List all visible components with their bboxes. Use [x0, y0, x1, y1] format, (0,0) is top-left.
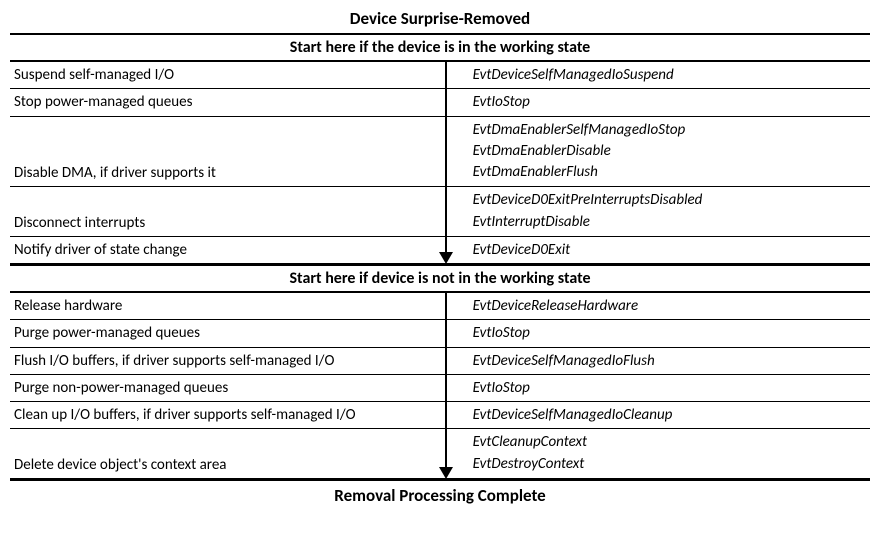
arrow-down-icon	[439, 467, 453, 479]
callback-name: EvtDestroyContext	[473, 454, 864, 475]
diagram-title: Device Surprise-Removed	[10, 6, 870, 33]
table-row: Disconnect interruptsEvtDeviceD0ExitPreI…	[10, 187, 870, 237]
callback-name: EvtDeviceReleaseHardware	[473, 296, 864, 316]
callback-name: EvtCleanupContext	[473, 432, 864, 453]
section2-table: Release hardware EvtDeviceReleaseHardware…	[10, 293, 870, 479]
step-callbacks: EvtDeviceD0Exit	[449, 236, 870, 263]
table-row: Purge non-power-managed queues EvtIoStop	[10, 374, 870, 401]
callback-name: EvtDmaEnablerFlush	[473, 162, 864, 183]
section1-table: Suspend self-managed I/O EvtDeviceSelfMan…	[10, 62, 870, 264]
step-callbacks: EvtDmaEnablerSelfManagedIoStopEvtDmaEnab…	[449, 116, 870, 187]
diagram-container: Device Surprise-Removed Start here if th…	[10, 6, 870, 508]
callback-name: EvtIoStop	[473, 323, 864, 343]
table-row: Stop power-managed queues EvtIoStop	[10, 89, 870, 116]
callback-name: EvtDeviceD0ExitPreInterruptsDisabled	[473, 190, 864, 211]
callback-name: EvtDmaEnablerDisable	[473, 141, 864, 162]
step-callbacks: EvtDeviceReleaseHardware	[449, 293, 870, 320]
callback-name: EvtIoStop	[473, 92, 864, 112]
step-callbacks: EvtDeviceSelfManagedIoFlush	[449, 347, 870, 374]
arrow-down-icon	[439, 252, 453, 264]
step-callbacks: EvtDeviceD0ExitPreInterruptsDisabledEvtI…	[449, 187, 870, 237]
step-description: Release hardware	[10, 293, 449, 320]
step-description: Notify driver of state change	[10, 236, 449, 263]
callback-name: EvtDeviceSelfManagedIoSuspend	[473, 65, 864, 85]
table-row: Clean up I/O buffers, if driver supports…	[10, 402, 870, 429]
callback-name: EvtDeviceSelfManagedIoFlush	[473, 351, 864, 371]
callback-name: EvtInterruptDisable	[473, 212, 864, 233]
section1-heading: Start here if the device is in the worki…	[10, 33, 870, 62]
step-callbacks: EvtIoStop	[449, 374, 870, 401]
arrow-down-icon	[445, 62, 447, 254]
step-description: Suspend self-managed I/O	[10, 62, 449, 89]
table-row: Disable DMA, if driver supports itEvtDma…	[10, 116, 870, 187]
table-row: Purge power-managed queues EvtIoStop	[10, 320, 870, 347]
step-description: Flush I/O buffers, if driver supports se…	[10, 347, 449, 374]
step-description: Disable DMA, if driver supports it	[10, 116, 449, 187]
callback-name: EvtIoStop	[473, 378, 864, 398]
step-description: Clean up I/O buffers, if driver supports…	[10, 402, 449, 429]
diagram-footer: Removal Processing Complete	[10, 479, 870, 508]
table-row: Flush I/O buffers, if driver supports se…	[10, 347, 870, 374]
callback-name: EvtDmaEnablerSelfManagedIoStop	[473, 120, 864, 141]
arrow-down-icon	[445, 293, 447, 469]
step-callbacks: EvtDeviceSelfManagedIoSuspend	[449, 62, 870, 89]
step-callbacks: EvtIoStop	[449, 320, 870, 347]
step-callbacks: EvtDeviceSelfManagedIoCleanup	[449, 402, 870, 429]
step-description: Purge power-managed queues	[10, 320, 449, 347]
step-callbacks: EvtCleanupContextEvtDestroyContext	[449, 429, 870, 479]
callback-name: EvtDeviceSelfManagedIoCleanup	[473, 405, 864, 425]
step-description: Purge non-power-managed queues	[10, 374, 449, 401]
step-description: Delete device object's context area	[10, 429, 449, 479]
step-description: Disconnect interrupts	[10, 187, 449, 237]
step-description: Stop power-managed queues	[10, 89, 449, 116]
step-callbacks: EvtIoStop	[449, 89, 870, 116]
table-row: Release hardware EvtDeviceReleaseHardware	[10, 293, 870, 320]
callback-name: EvtDeviceD0Exit	[473, 240, 864, 260]
section2-heading: Start here if device is not in the worki…	[10, 264, 870, 293]
table-row: Suspend self-managed I/O EvtDeviceSelfMan…	[10, 62, 870, 89]
